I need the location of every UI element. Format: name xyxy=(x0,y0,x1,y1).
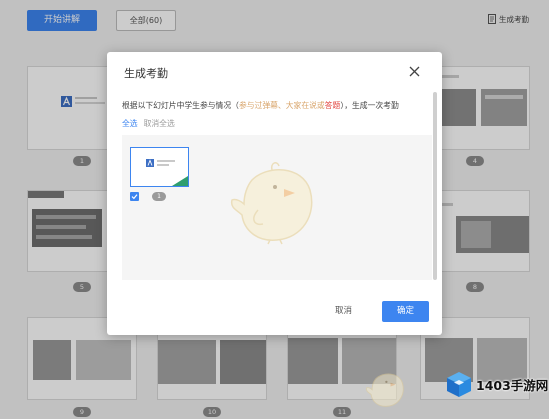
description-muted-text: 参与过弹幕、大家在说或 xyxy=(238,101,325,110)
selection-links: 全选 取消全选 xyxy=(122,115,427,133)
classroom-page: 开始讲解 全部(60) 生成考勤 1 4 5 8 9 10 11 生成考勤 根据… xyxy=(0,0,549,419)
confirm-button[interactable]: 确定 xyxy=(382,301,429,322)
description-text: 根据以下幻灯片中学生参与情况（ xyxy=(122,101,239,110)
select-all-link[interactable]: 全选 xyxy=(122,119,138,128)
generate-attendance-dialog: 生成考勤 根据以下幻灯片中学生参与情况（参与过弹幕、大家在说或答题），生成一次考… xyxy=(107,52,442,335)
selectable-slide-thumbnail[interactable] xyxy=(130,147,189,187)
mascot-watermark-icon xyxy=(230,162,313,245)
site-watermark: 1403手游网 xyxy=(446,369,548,399)
dialog-scrollbar[interactable] xyxy=(433,92,437,280)
cube-logo-icon xyxy=(447,371,471,397)
cancel-button[interactable]: 取消 xyxy=(322,301,365,321)
deselect-all-link[interactable]: 取消全选 xyxy=(144,119,175,128)
description-highlight-text: 答题 xyxy=(324,101,341,110)
close-icon[interactable] xyxy=(408,65,421,78)
slide-text-line xyxy=(157,160,175,162)
slide-text-line xyxy=(157,164,169,166)
slide-number-badge: 1 xyxy=(152,192,166,201)
slide-checkbox[interactable] xyxy=(130,192,139,201)
slide-logo-icon xyxy=(146,159,154,167)
mascot-watermark-icon xyxy=(365,373,404,407)
slide-selection-pane: 1 xyxy=(122,135,432,280)
site-watermark-text: 1403手游网 xyxy=(476,377,549,393)
description-text-end: ），生成一次考勤 xyxy=(340,101,399,110)
description-line: 根据以下幻灯片中学生参与情况（参与过弹幕、大家在说或答题），生成一次考勤 xyxy=(122,97,427,115)
dialog-title: 生成考勤 xyxy=(124,67,168,80)
dialog-description: 根据以下幻灯片中学生参与情况（参与过弹幕、大家在说或答题），生成一次考勤 全选取… xyxy=(122,97,427,133)
checkmark-icon xyxy=(131,194,138,200)
slide-corner-decoration xyxy=(172,176,188,186)
